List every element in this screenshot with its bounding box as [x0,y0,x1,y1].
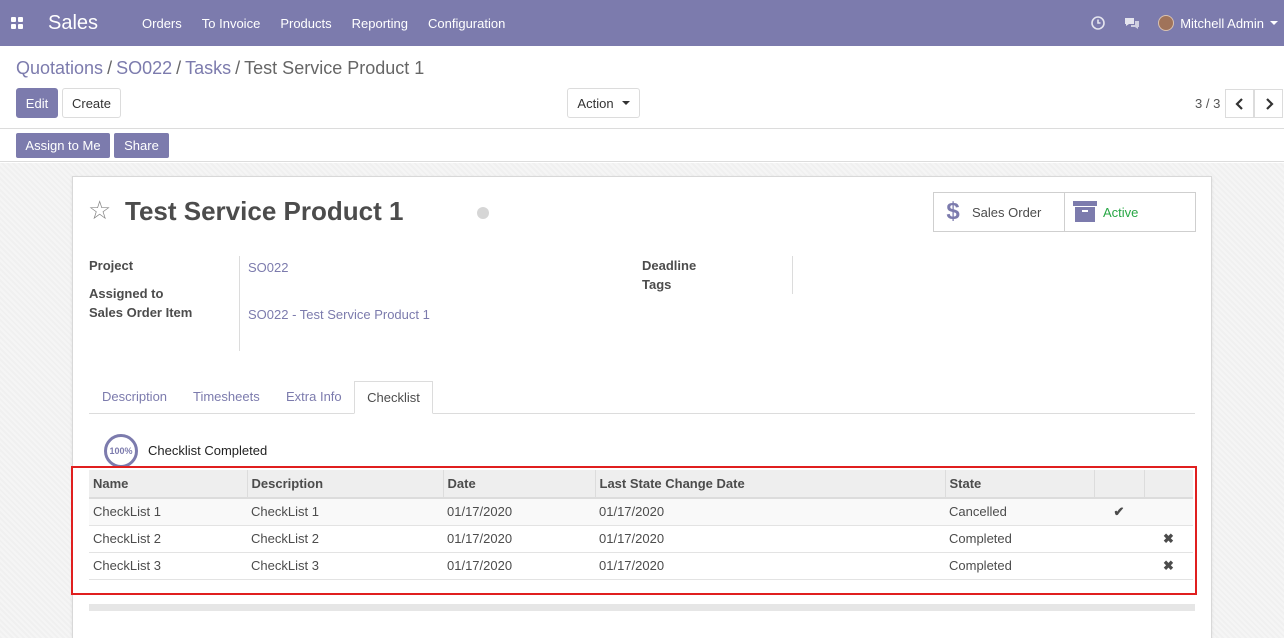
tabs-baseline [89,413,1195,414]
pager-next-button[interactable] [1254,89,1283,118]
active-label: Active [1103,204,1139,220]
user-avatar[interactable] [1158,15,1175,31]
action-dropdown[interactable]: Action [567,88,640,118]
field-separator [239,256,240,351]
menu-to-invoice[interactable]: To Invoice [202,16,261,31]
menu-reporting[interactable]: Reporting [352,16,408,31]
menu-configuration[interactable]: Configuration [428,16,505,31]
highlight-annotation-box [71,466,1197,595]
tab-checklist[interactable]: Checklist [354,381,433,414]
star-priority-icon[interactable]: ☆ [88,197,111,223]
user-menu-caret-icon[interactable] [1270,21,1278,25]
breadcrumb-separator: / [107,58,113,78]
checklist-completed-label: Checklist Completed [148,443,268,458]
breadcrumb-current: Test Service Product 1 [244,58,425,78]
record-title: Test Service Product 1 [125,196,404,226]
tags-label: Tags [642,277,672,292]
form-statusbar [0,129,1284,162]
archive-icon [1073,201,1097,223]
field-separator [792,256,793,294]
sales-order-item-value[interactable]: SO022 - Test Service Product 1 [248,307,430,322]
assigned-to-label: Assigned to [89,286,164,301]
apps-menu-icon[interactable] [2,0,32,46]
breadcrumb-separator: / [235,58,241,78]
pager-previous-button[interactable] [1225,89,1254,118]
sales-order-smart-button[interactable]: $ Sales Order [934,193,1064,231]
assign-to-me-button[interactable]: Assign to Me [16,133,110,158]
kanban-state-indicator[interactable] [477,207,489,219]
chevron-right-icon [1265,97,1274,110]
menu-orders[interactable]: Orders [142,16,182,31]
project-label: Project [89,258,134,273]
chevron-left-icon [1234,97,1243,110]
sales-order-label: Sales Order [972,204,1042,220]
top-navbar: Sales Orders To Invoice Products Reporti… [0,0,1284,46]
share-button[interactable]: Share [114,133,169,158]
breadcrumb: Quotations / SO022/Tasks / Test Service Prod… [16,58,424,79]
user-name[interactable]: Mitchell Admin [1180,16,1264,31]
dollar-icon: $ [946,198,960,225]
tab-extra-info[interactable]: Extra Info [286,389,342,404]
tab-description[interactable]: Description [102,389,167,404]
menu-products[interactable]: Products [280,16,331,31]
pager-value[interactable]: 3 / 3 [1195,96,1220,111]
breadcrumb-so022[interactable]: SO022 [116,58,172,78]
project-value[interactable]: SO022 [248,260,288,275]
active-toggle-button[interactable]: Active [1064,193,1195,231]
table-footer-bar [89,604,1195,611]
checklist-progress-value: 100% [109,446,133,456]
app-brand[interactable]: Sales [48,12,98,35]
breadcrumb-separator: / [176,58,182,78]
clock-icon[interactable] [1090,15,1106,31]
checklist-progress-ring: 100% [104,434,138,468]
sales-order-item-label: Sales Order Item [89,305,193,320]
deadline-label: Deadline [642,258,697,273]
breadcrumb-quotations[interactable]: Quotations [16,58,103,78]
create-button[interactable]: Create [62,88,121,118]
chat-icon[interactable] [1124,15,1140,31]
caret-down-icon [621,101,630,105]
edit-button[interactable]: Edit [16,88,58,118]
smart-buttons: $ Sales Order Active [933,192,1196,232]
breadcrumb-tasks[interactable]: Tasks [185,58,231,78]
action-label: Action [577,95,614,111]
tab-timesheets[interactable]: Timesheets [193,389,260,404]
